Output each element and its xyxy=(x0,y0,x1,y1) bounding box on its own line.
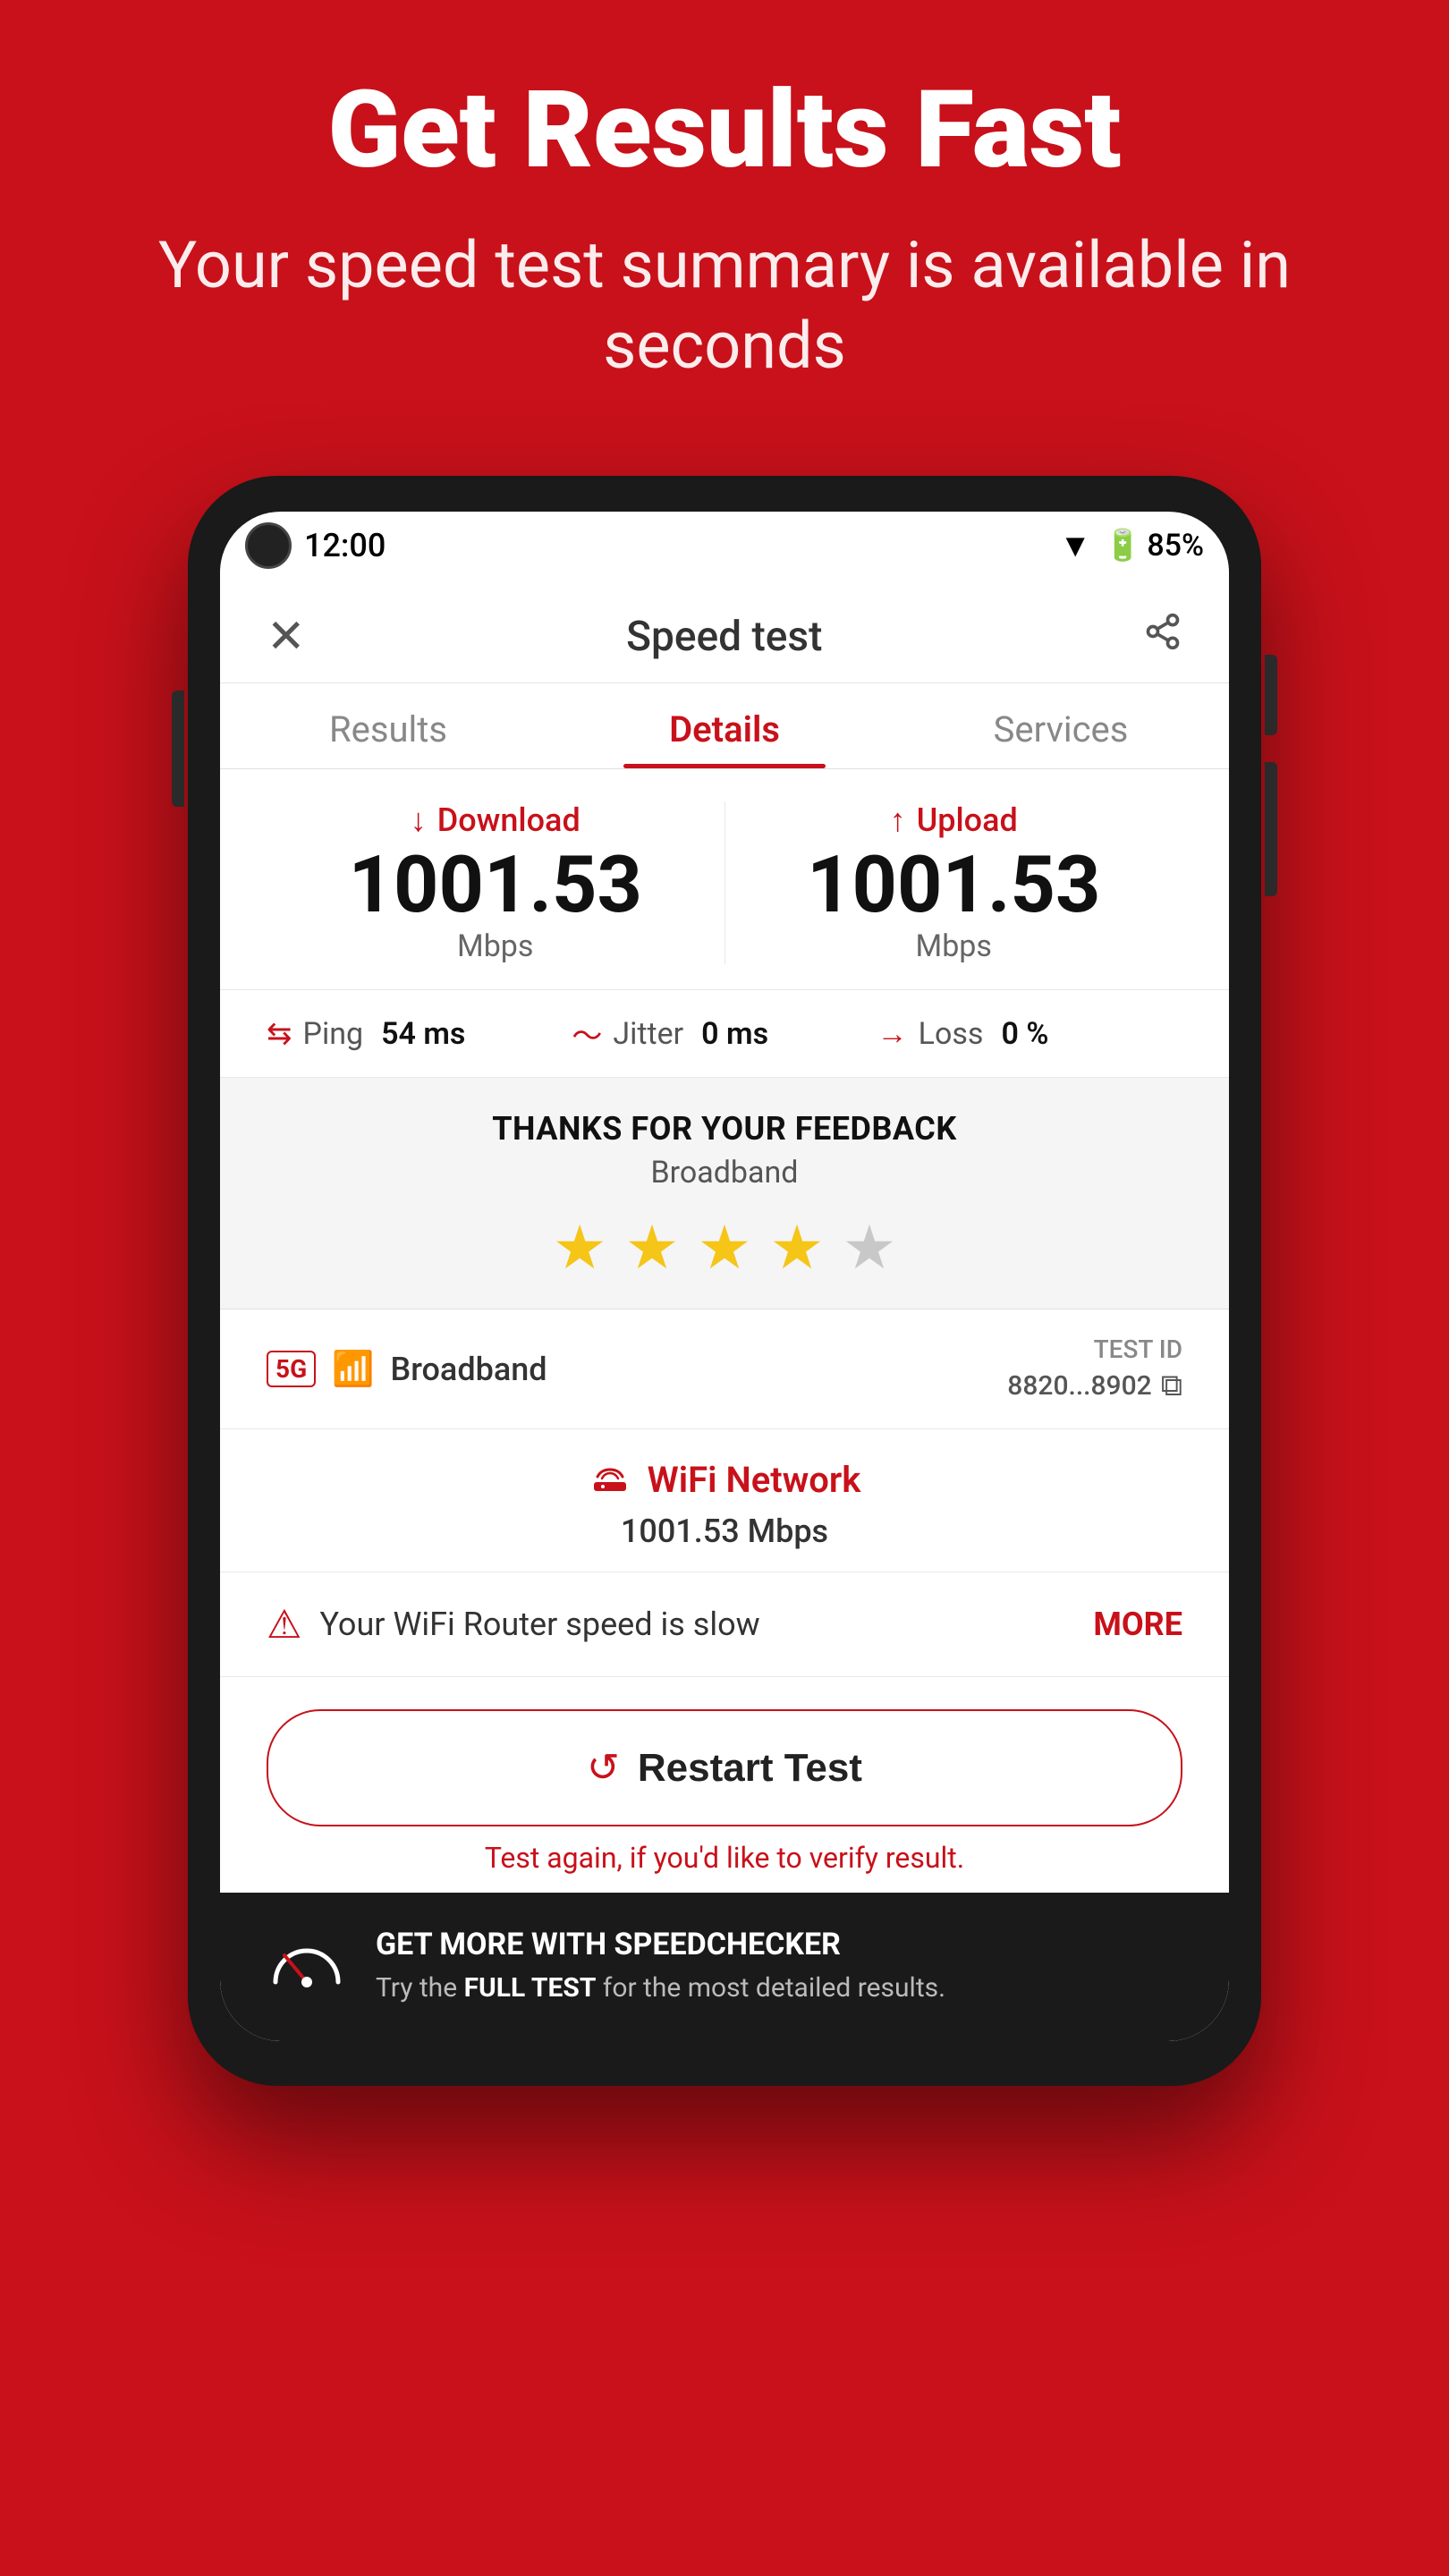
metrics-row: ⇆ Ping 54 ms 〜 Jitter 0 ms → Loss 0 % xyxy=(220,990,1229,1078)
app-bar: ✕ Speed test xyxy=(220,583,1229,683)
more-link[interactable]: MORE xyxy=(1093,1606,1182,1643)
status-bar: 12:00 ▼ 🔋 85% xyxy=(220,512,1229,583)
feedback-section: THANKS FOR YOUR FEEDBACK Broadband ★ ★ ★… xyxy=(220,1078,1229,1309)
ping-value: 54 ms xyxy=(381,1016,465,1052)
volume-button-left xyxy=(172,691,184,807)
star-1[interactable]: ★ xyxy=(553,1212,607,1284)
loss-value: 0 % xyxy=(1001,1016,1048,1052)
signal-bars-icon: 📶 xyxy=(332,1350,374,1389)
ping-label: Ping xyxy=(303,1016,364,1052)
wifi-network-card: WiFi Network 1001.53 Mbps xyxy=(220,1429,1229,1572)
network-info-row: 5G 📶 Broadband TEST ID 8820...8902 ⧉ xyxy=(220,1309,1229,1429)
loss-label: Loss xyxy=(919,1016,984,1052)
hero-section: Get Results Fast Your speed test summary… xyxy=(0,0,1449,422)
power-button xyxy=(1265,655,1277,735)
copy-icon[interactable]: ⧉ xyxy=(1161,1368,1182,1403)
battery-icon: 🔋 85% xyxy=(1104,528,1204,564)
restart-button-label: Restart Test xyxy=(638,1746,862,1791)
ping-metric: ⇆ Ping 54 ms xyxy=(267,1016,572,1052)
hero-subtitle: Your speed test summary is available in … xyxy=(54,225,1395,386)
upload-label: ↑ Upload xyxy=(725,801,1183,839)
upload-unit: Mbps xyxy=(725,928,1183,964)
tab-services[interactable]: Services xyxy=(893,683,1229,768)
jitter-metric: 〜 Jitter 0 ms xyxy=(572,1012,877,1055)
app-bar-title: Speed test xyxy=(626,613,822,661)
battery-percentage: 85% xyxy=(1147,528,1204,564)
download-col: ↓ Download 1001.53 Mbps xyxy=(267,801,724,964)
front-camera xyxy=(245,522,292,569)
feedback-title: THANKS FOR YOUR FEEDBACK xyxy=(267,1110,1182,1148)
loss-icon: → xyxy=(877,1016,908,1052)
promo-text: GET MORE WITH SPEEDCHECKER Try the FULL … xyxy=(376,1927,1182,2007)
star-4[interactable]: ★ xyxy=(769,1212,824,1284)
test-id-value: 8820...8902 ⧉ xyxy=(1007,1368,1182,1403)
speed-results-row: ↓ Download 1001.53 Mbps ↑ Upload 1001.53… xyxy=(220,769,1229,990)
wifi-router-icon xyxy=(589,1454,631,1505)
network-left: 5G 📶 Broadband xyxy=(267,1350,547,1389)
warning-row: ⚠ Your WiFi Router speed is slow MORE xyxy=(220,1572,1229,1677)
star-2[interactable]: ★ xyxy=(625,1212,680,1284)
wifi-network-speed: 1001.53 Mbps xyxy=(267,1513,1182,1550)
jitter-label: Jitter xyxy=(613,1016,683,1052)
download-arrow-icon: ↓ xyxy=(411,801,427,839)
star-rating[interactable]: ★ ★ ★ ★ ★ xyxy=(267,1212,1182,1284)
hero-title: Get Results Fast xyxy=(54,72,1395,190)
wifi-network-label: WiFi Network xyxy=(648,1459,861,1501)
speedometer-icon xyxy=(267,1925,347,2009)
phone-mockup: 12:00 ▼ 🔋 85% ✕ Speed test xyxy=(188,476,1261,2086)
status-time: 12:00 xyxy=(304,527,386,564)
share-button[interactable] xyxy=(1143,612,1182,661)
wifi-status-icon: ▼ xyxy=(1059,527,1091,564)
tab-results[interactable]: Results xyxy=(220,683,556,768)
loss-metric: → Loss 0 % xyxy=(877,1016,1182,1052)
promo-title: GET MORE WITH SPEEDCHECKER xyxy=(376,1927,1182,1962)
download-unit: Mbps xyxy=(267,928,724,964)
close-button[interactable]: ✕ xyxy=(267,614,306,660)
status-icons: ▼ 🔋 85% xyxy=(1059,527,1204,564)
warning-left: ⚠ Your WiFi Router speed is slow xyxy=(267,1601,760,1648)
feedback-subtitle: Broadband xyxy=(267,1155,1182,1191)
tab-bar: Results Details Services xyxy=(220,683,1229,769)
status-bar-left: 12:00 xyxy=(245,522,386,569)
bottom-promo-bar: GET MORE WITH SPEEDCHECKER Try the FULL … xyxy=(220,1893,1229,2041)
upload-arrow-icon: ↑ xyxy=(890,801,906,839)
jitter-icon: 〜 xyxy=(572,1012,602,1055)
phone-shell: 12:00 ▼ 🔋 85% ✕ Speed test xyxy=(188,476,1261,2086)
jitter-value: 0 ms xyxy=(701,1016,768,1052)
ping-icon: ⇆ xyxy=(267,1016,292,1052)
warning-icon: ⚠ xyxy=(267,1601,301,1648)
promo-description: Try the FULL TEST for the most detailed … xyxy=(376,1970,1182,2007)
volume-button-right xyxy=(1265,762,1277,896)
test-id-label: TEST ID xyxy=(1094,1335,1182,1364)
restart-section: ↺ Restart Test Test again, if you'd like… xyxy=(220,1677,1229,1893)
download-label: ↓ Download xyxy=(267,801,724,839)
upload-value: 1001.53 xyxy=(725,846,1183,925)
app-screen: ✕ Speed test Results Details xyxy=(220,583,1229,2041)
network-type-badge: 5G xyxy=(267,1351,316,1387)
network-name: Broadband xyxy=(390,1351,547,1388)
warning-text: Your WiFi Router speed is slow xyxy=(319,1606,759,1643)
download-value: 1001.53 xyxy=(267,846,724,925)
upload-col: ↑ Upload 1001.53 Mbps xyxy=(724,801,1183,964)
restart-button[interactable]: ↺ Restart Test xyxy=(267,1709,1182,1826)
wifi-card-header: WiFi Network xyxy=(267,1454,1182,1505)
restart-icon: ↺ xyxy=(587,1745,620,1791)
restart-hint: Test again, if you'd like to verify resu… xyxy=(267,1841,1182,1875)
star-3[interactable]: ★ xyxy=(698,1212,752,1284)
test-id-section: TEST ID 8820...8902 ⧉ xyxy=(1007,1335,1182,1403)
star-5[interactable]: ★ xyxy=(842,1212,896,1284)
tab-details[interactable]: Details xyxy=(556,683,893,768)
